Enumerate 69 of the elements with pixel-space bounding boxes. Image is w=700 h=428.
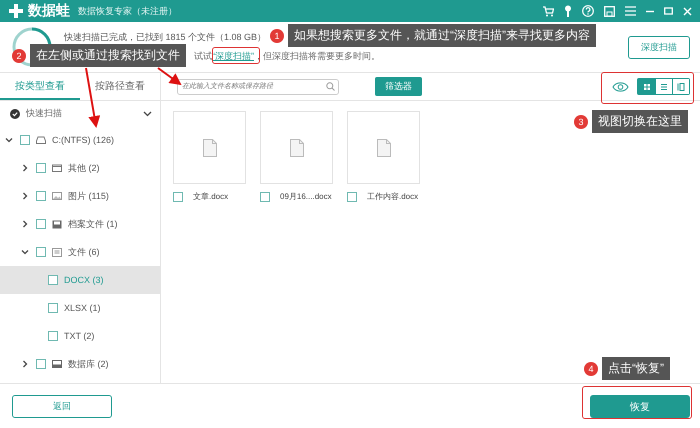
folder-icon [52,164,62,172]
checkbox[interactable] [36,247,46,257]
annotation-callout: 视图切换在这里 [592,110,688,133]
menu-icon[interactable] [625,6,636,16]
app-subtitle: 数据恢复专家（未注册） [78,4,177,18]
checkbox[interactable] [260,192,270,202]
help-icon[interactable] [582,5,594,17]
step-number: 1 [270,28,284,42]
tree-item[interactable]: 数据库 (2) [0,350,160,378]
checkbox[interactable] [36,219,46,229]
view-mode-button[interactable] [638,79,655,94]
close-icon[interactable] [683,6,692,16]
plus-logo-icon [8,3,24,19]
drive-icon [36,136,46,144]
search-icon[interactable] [326,82,335,91]
annotation-arrow [157,67,182,86]
deep-scan-button[interactable]: 深度扫描 [628,36,690,58]
maximize-icon[interactable] [664,7,673,15]
checkbox[interactable] [173,192,183,202]
annotation-callout: 在左侧或通过搜索找到文件 [30,44,186,67]
checkbox[interactable] [48,303,58,313]
check-circle-icon [10,108,20,118]
key-icon[interactable] [564,5,572,17]
tree-item[interactable]: 文件 (6) [0,238,160,266]
annotation-callout: 如果想搜索更多文件，就通过“深度扫描”来寻找更多内容 [288,24,596,47]
archive-icon [52,220,62,228]
file-thumbnail[interactable] [173,111,246,184]
document-icon [52,248,62,256]
highlight-frame [212,47,260,64]
app-name: 数据蛙 [28,2,70,20]
document-icon [376,138,390,156]
detail-view-icon [678,82,684,90]
tree-item[interactable]: TXT (2) [0,322,160,350]
database-icon [52,360,62,368]
view-mode-button[interactable] [672,79,689,94]
tree-item[interactable]: 其他 (2) [0,154,160,182]
cart-icon[interactable] [543,6,554,16]
checkbox[interactable] [48,331,58,341]
document-icon [202,138,216,156]
checkbox[interactable] [36,191,46,201]
annotation-callout: 点击“恢复” [602,357,670,380]
tree-item[interactable]: 档案文件 (1) [0,210,160,238]
checkbox[interactable] [36,163,46,173]
preview-eye-icon[interactable] [612,82,629,92]
image-icon [52,192,62,200]
tree-item[interactable]: XLSX (1) [0,294,160,322]
hint-text: 试试 [194,50,212,63]
step-number: 4 [584,362,598,376]
file-name: 工作内容.docx [367,191,418,202]
tree-item[interactable]: C:(NTFS) (126) [0,126,160,154]
checkbox[interactable] [48,275,58,285]
scan-mode-label: 快速扫描 [26,107,63,120]
file-thumbnail[interactable] [260,111,333,184]
document-icon [290,138,304,156]
grid-view-icon [644,84,650,90]
checkbox[interactable] [347,192,357,202]
checkbox[interactable] [20,135,30,145]
file-name: 文章.docx [193,191,228,202]
step-number: 3 [574,114,588,128]
hint-text: ，但深度扫描将需要更多时间。 [254,50,380,63]
checkbox[interactable] [36,359,46,369]
scan-result-text: 快速扫描已完成，已找到 1815 个文件（1.08 GB） [64,31,266,44]
back-button[interactable]: 返回 [12,395,112,418]
list-view-icon [660,84,668,90]
save-icon[interactable] [604,6,615,16]
file-name: 09月16....docx [280,191,332,202]
tree-item[interactable]: 图片 (115) [0,182,160,210]
step-number: 2 [12,48,26,62]
file-thumbnail[interactable] [347,111,420,184]
